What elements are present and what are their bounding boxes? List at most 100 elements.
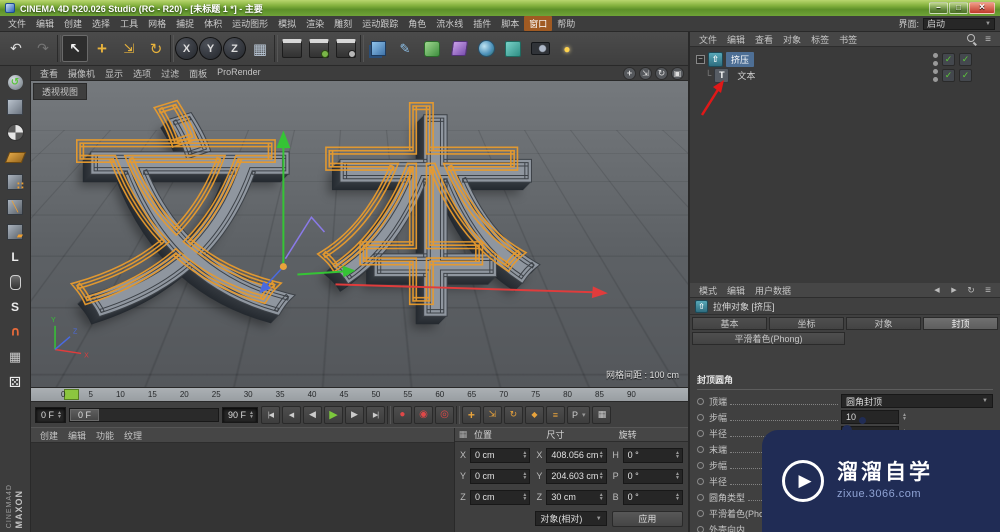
toolbar-divider[interactable] [57,35,61,62]
stepper-icon[interactable] [522,493,527,501]
viewport-solo-icon[interactable] [4,271,26,293]
rotate-tool-icon[interactable] [143,35,169,62]
play-button[interactable] [323,405,343,424]
points-mode-icon[interactable] [4,171,26,193]
viewport-menu-item[interactable]: 显示 [100,67,128,80]
menu-item[interactable]: 渲染 [301,16,329,31]
next-object-icon[interactable] [948,286,960,294]
object-item-extrude[interactable]: 挤压 [726,51,755,67]
toggle-view-icon[interactable] [671,66,684,80]
key-parameter-toggle[interactable] [524,405,544,424]
transport-divider[interactable] [455,405,460,424]
search-icon[interactable] [966,33,977,45]
prev-key-button[interactable] [281,405,301,424]
menu-item[interactable]: 运动图形 [227,16,273,31]
dropdown-field[interactable]: 圆角封顶 [841,394,993,408]
attribute-tab[interactable]: 对象 [846,317,921,330]
stepper-icon[interactable] [902,413,907,421]
object-tree[interactable]: 挤压 文本 [690,47,1000,283]
size-z-field[interactable]: 30 cm [546,489,607,505]
viewport-menu-item[interactable]: 面板 [184,67,212,80]
timeline-ruler[interactable]: 0 5 10 15 20 25 30 35 40 45 50 55 60 65 70 75 80 85 90 [31,388,688,402]
material-menu-item[interactable]: 创建 [35,428,63,443]
apply-button[interactable]: 应用 [611,510,683,527]
object-item-text[interactable]: 文本 [732,68,760,83]
snap-icon[interactable] [4,296,26,318]
position-y-field[interactable]: 0 cm [470,468,531,484]
stepper-icon[interactable] [675,493,680,501]
camera-icon[interactable] [527,35,553,62]
stepper-icon[interactable] [599,493,604,501]
deformer-icon[interactable] [446,35,472,62]
menu-item[interactable]: 脚本 [496,16,524,31]
transport-divider[interactable] [386,405,391,424]
material-menu-item[interactable]: 纹理 [119,428,147,443]
toolbar-divider[interactable] [274,35,278,62]
frame-slider-handle[interactable]: 0 F [69,408,99,421]
axis-gizmo[interactable]: Y X Z [31,81,688,387]
menu-item[interactable]: 捕捉 [171,16,199,31]
model-mode-icon[interactable] [4,96,26,118]
attribute-tab[interactable]: 封顶 [923,317,998,330]
goto-end-button[interactable] [365,405,385,424]
goto-start-button[interactable] [260,405,280,424]
stepper-icon[interactable] [675,472,680,480]
menu-burger-icon[interactable] [982,34,994,45]
y-axis-lock-button[interactable]: Y [199,37,222,60]
history-icon[interactable] [965,285,977,296]
autokey-button[interactable] [413,405,433,424]
menu-item[interactable]: 体积 [199,16,227,31]
minimize-button[interactable] [929,2,948,14]
rotation-h-field[interactable]: 0 ° [622,447,683,463]
coordinate-system-icon[interactable] [247,35,273,62]
om-menu-item[interactable]: 编辑 [722,32,750,47]
rotation-p-field[interactable]: 0 ° [622,468,683,484]
render-view-icon[interactable] [279,35,305,62]
enable-toggle[interactable] [942,68,955,82]
attribute-tab[interactable]: 坐标 [769,317,844,330]
frame-slider[interactable]: 0 F [68,407,219,422]
visibility-dots[interactable] [933,68,938,82]
animation-toggle[interactable] [697,509,704,517]
viewport-menu-item[interactable]: 查看 [35,67,63,80]
prev-object-icon[interactable] [931,286,943,294]
stepper-icon[interactable] [522,472,527,480]
move-tool-icon[interactable] [89,35,115,62]
viewport-menu-item[interactable]: 过滤 [156,67,184,80]
interface-select[interactable]: 启动 [923,17,995,30]
enable-toggle[interactable] [942,52,955,66]
scale-tool-icon[interactable] [116,35,142,62]
viewport-view-label[interactable]: 透视视图 [33,83,88,100]
make-editable-icon[interactable] [4,71,26,93]
am-menu-item[interactable]: 模式 [694,283,722,298]
tab-phong[interactable]: 平滑着色(Phong) [692,332,845,345]
record-keyframe-button[interactable] [392,405,412,424]
position-x-field[interactable]: 0 cm [470,447,531,463]
extrude-object-icon[interactable] [708,51,723,67]
playback-rate-button[interactable]: P [566,405,591,424]
material-list[interactable] [31,443,454,532]
menu-item[interactable]: 雕刻 [329,16,357,31]
animation-toggle[interactable] [697,429,704,437]
subdivision-surface-icon[interactable] [419,35,445,62]
menu-item[interactable]: 帮助 [552,16,580,31]
enable-toggle[interactable] [959,68,972,82]
next-frame-button[interactable] [344,405,364,424]
texture-mode-icon[interactable] [4,121,26,143]
om-menu-item[interactable]: 文件 [694,32,722,47]
stepper-icon[interactable] [599,451,604,459]
stepper-icon[interactable] [57,411,62,419]
workplane-mode-icon[interactable] [4,146,26,168]
menu-item[interactable]: 插件 [468,16,496,31]
maximize-button[interactable] [949,2,968,14]
stepper-icon[interactable] [249,411,254,419]
add-cube-icon[interactable] [365,35,391,62]
key-position-toggle[interactable] [461,405,481,424]
om-menu-item[interactable]: 书签 [834,32,862,47]
am-menu-item[interactable]: 用户数据 [750,283,796,298]
animation-toggle[interactable] [697,525,704,532]
menu-item[interactable]: 角色 [403,16,431,31]
animation-toggle[interactable] [697,493,704,501]
spline-pen-icon[interactable] [392,35,418,62]
keyframe-selection-button[interactable] [434,405,454,424]
